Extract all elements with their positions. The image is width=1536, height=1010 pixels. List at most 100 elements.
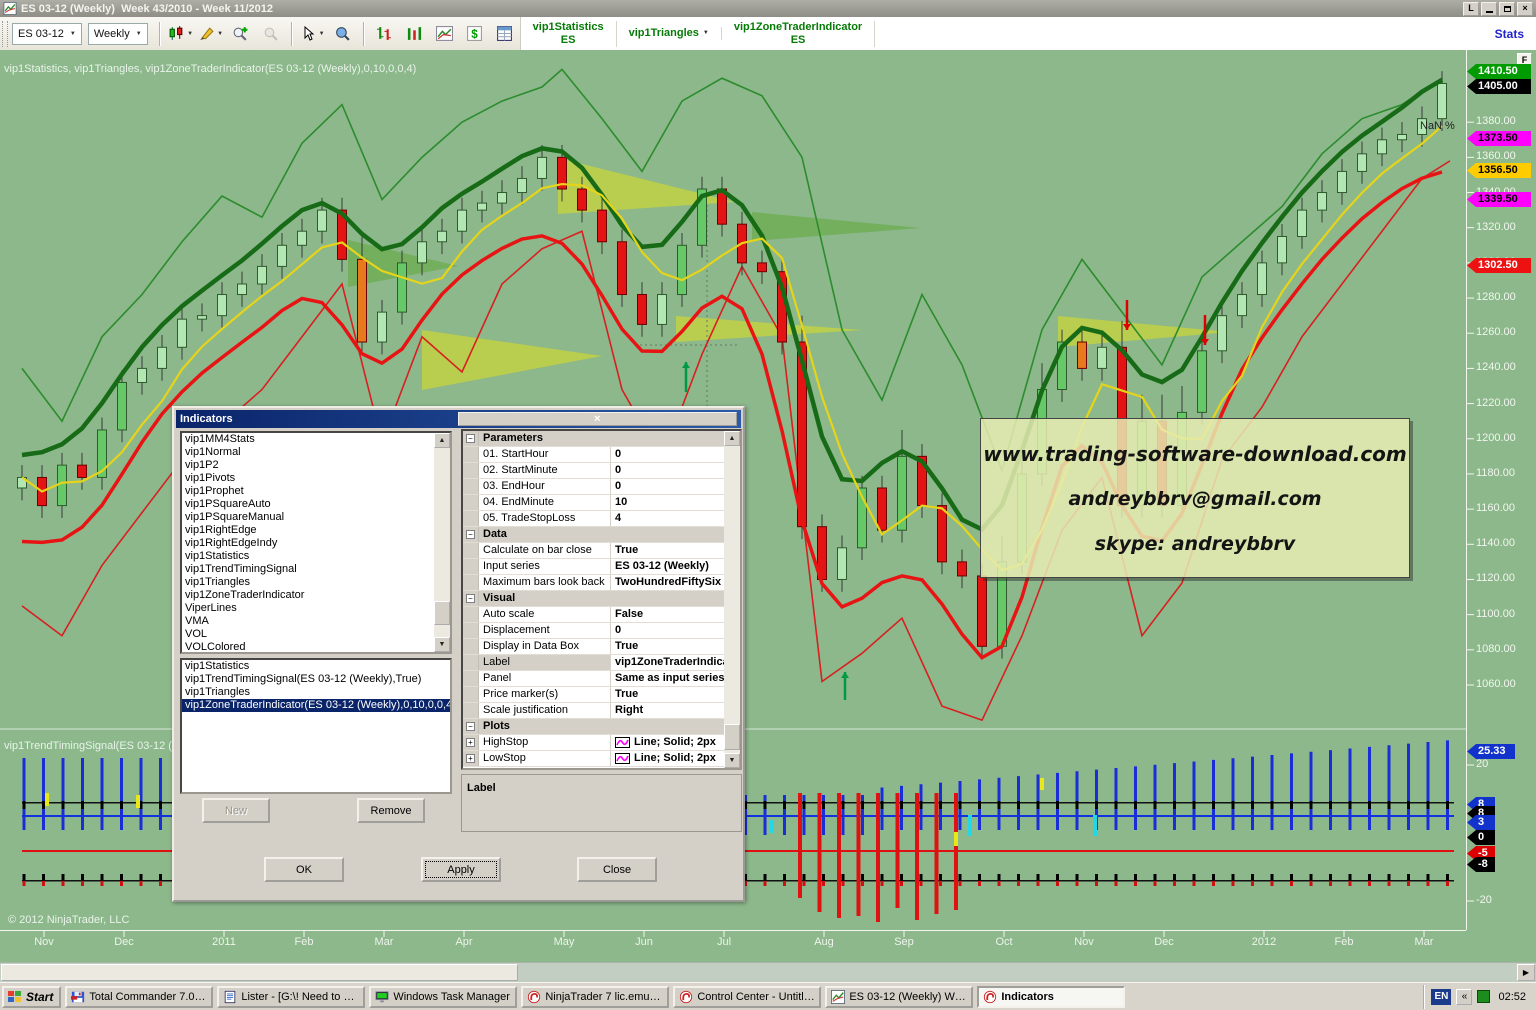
available-indicator-item[interactable]: vip1RightEdgeIndy [182, 537, 450, 550]
property-value[interactable]: True [611, 687, 740, 702]
minimize-button[interactable] [1481, 2, 1497, 16]
drawing-tools-button[interactable]: ▼ [197, 21, 225, 47]
collapse-icon[interactable]: − [466, 722, 475, 731]
expand-icon[interactable]: + [466, 754, 475, 763]
property-row[interactable]: 03. EndHour0 [463, 479, 740, 495]
line-chart-button[interactable] [431, 21, 459, 47]
close-button[interactable]: Close [577, 857, 657, 882]
available-indicator-item[interactable]: vip1PSquareManual [182, 511, 450, 524]
available-indicator-item[interactable]: VMA [182, 615, 450, 628]
available-indicator-item[interactable]: vip1RightEdge [182, 524, 450, 537]
property-value[interactable]: False [611, 607, 740, 622]
property-row[interactable]: Input seriesES 03-12 (Weekly) [463, 559, 740, 575]
property-value[interactable]: 4 [611, 511, 740, 526]
scroll-down-button[interactable]: ▼ [434, 637, 450, 652]
available-indicator-item[interactable]: VOLColored [182, 641, 450, 654]
configured-indicator-item[interactable]: vip1TrendTimingSignal(ES 03-12 (Weekly),… [182, 673, 450, 686]
available-indicator-item[interactable]: vip1Statistics [182, 550, 450, 563]
available-indicator-item[interactable]: vip1MM4Stats [182, 433, 450, 446]
tray-collapse-button[interactable]: « [1456, 989, 1472, 1005]
scroll-right-button[interactable]: ▶ [1517, 964, 1535, 981]
property-row[interactable]: Labelvip1ZoneTraderIndicat [463, 655, 740, 671]
property-section-header[interactable]: −Parameters [463, 431, 740, 447]
remove-button[interactable]: Remove [357, 798, 425, 823]
scroll-up-button[interactable]: ▲ [434, 433, 450, 448]
property-value[interactable]: TwoHundredFiftySix [611, 575, 740, 590]
property-row[interactable]: Scale justificationRight [463, 703, 740, 719]
link-button[interactable]: L [1463, 2, 1479, 16]
configured-indicator-item[interactable]: vip1Statistics [182, 660, 450, 673]
property-section-header[interactable]: −Plots [463, 719, 740, 735]
stats-tab[interactable]: Stats [1483, 17, 1536, 50]
available-indicator-item[interactable]: vip1Prophet [182, 485, 450, 498]
collapse-icon[interactable]: − [466, 434, 475, 443]
property-value[interactable]: Line; Solid; 2px [611, 735, 740, 750]
start-button[interactable]: Start [2, 986, 61, 1008]
currency-button[interactable]: $ [461, 21, 489, 47]
available-indicator-item[interactable]: vip1Normal [182, 446, 450, 459]
properties-scrollbar[interactable]: ▲ ▼ [724, 431, 740, 768]
restore-button[interactable] [1499, 2, 1515, 16]
available-list-scrollbar[interactable]: ▲ ▼ [434, 433, 450, 652]
instrument-selector[interactable]: ES 03-12 ▼ [12, 23, 82, 45]
property-row[interactable]: 02. StartMinute0 [463, 463, 740, 479]
hilo-bars-button[interactable] [371, 21, 399, 47]
property-row[interactable]: +HighStopLine; Solid; 2px [463, 735, 740, 751]
period-selector[interactable]: Weekly ▼ [88, 23, 148, 45]
task-button-ninjatrader[interactable]: NinjaTrader 7 lic.emu v5.06 [521, 986, 669, 1008]
ok-button[interactable]: OK [264, 857, 344, 882]
property-value[interactable]: 0 [611, 623, 740, 638]
available-indicator-item[interactable]: vip1Triangles [182, 576, 450, 589]
close-button[interactable]: × [1517, 2, 1533, 16]
collapse-icon[interactable]: − [466, 594, 475, 603]
available-indicator-item[interactable]: VOL [182, 628, 450, 641]
property-row[interactable]: 01. StartHour0 [463, 447, 740, 463]
property-value[interactable]: vip1ZoneTraderIndicat [611, 655, 740, 670]
scroll-up-button[interactable]: ▲ [724, 431, 740, 446]
property-value[interactable]: Same as input series [611, 671, 740, 686]
property-section-header[interactable]: −Visual [463, 591, 740, 607]
property-row[interactable]: 05. TradeStopLoss4 [463, 511, 740, 527]
collapse-icon[interactable]: − [466, 530, 475, 539]
available-indicator-item[interactable]: vip1Pivots [182, 472, 450, 485]
expand-icon[interactable]: + [466, 738, 475, 747]
zoom-out-button[interactable] [257, 21, 285, 47]
task-button-monitor[interactable]: Windows Task Manager [369, 986, 517, 1008]
scroll-down-button[interactable]: ▼ [724, 753, 740, 768]
property-row[interactable]: Auto scaleFalse [463, 607, 740, 623]
chart-tab-vip1ZoneTraderIndicator[interactable]: vip1ZoneTraderIndicatorES [722, 21, 875, 47]
apply-button[interactable]: Apply [421, 857, 501, 882]
dialog-close-icon[interactable]: × [458, 412, 738, 426]
property-row[interactable]: Calculate on bar closeTrue [463, 543, 740, 559]
property-row[interactable]: Display in Data BoxTrue [463, 639, 740, 655]
property-value[interactable]: True [611, 639, 740, 654]
window-titlebar[interactable]: ES 03-12 (Weekly) Week 43/2010 - Week 11… [0, 0, 1536, 17]
chart-tab-vip1Triangles[interactable]: vip1Triangles▼ [617, 27, 722, 40]
task-button-ninjatrader[interactable]: Indicators [977, 986, 1125, 1008]
property-value[interactable]: 0 [611, 463, 740, 478]
property-value[interactable]: Line; Solid; 2px [611, 751, 740, 766]
property-value[interactable]: Right [611, 703, 740, 718]
property-row[interactable]: 04. EndMinute10 [463, 495, 740, 511]
property-row[interactable]: PanelSame as input series [463, 671, 740, 687]
task-button-chart[interactable]: ES 03-12 (Weekly) Wee... [825, 986, 973, 1008]
task-button-disk[interactable]: Total Commander 7.03 - ... [65, 986, 213, 1008]
network-tray-icon[interactable] [1477, 990, 1490, 1003]
data-box-button[interactable] [329, 21, 357, 47]
task-button-ninjatrader[interactable]: Control Center - Untitled1 [673, 986, 821, 1008]
available-indicator-item[interactable]: vip1TrendTimingSignal [182, 563, 450, 576]
task-button-document[interactable]: Lister - [G:\! Need to upl... [217, 986, 365, 1008]
configured-indicator-item[interactable]: vip1Triangles [182, 686, 450, 699]
property-value[interactable]: 0 [611, 479, 740, 494]
scrollbar-thumb[interactable] [434, 601, 450, 625]
scrollbar-thumb[interactable] [724, 724, 740, 750]
property-row[interactable]: +LowStopLine; Solid; 2px [463, 751, 740, 767]
property-row[interactable]: Price marker(s)True [463, 687, 740, 703]
property-value[interactable]: 0 [611, 447, 740, 462]
cursor-tool-button[interactable]: ▼ [299, 21, 327, 47]
property-value[interactable]: 10 [611, 495, 740, 510]
data-grid-button[interactable] [491, 21, 519, 47]
chart-style-button[interactable]: ▼ [167, 21, 195, 47]
available-indicators-list[interactable]: vip1MM4Statsvip1Normalvip1P2vip1Pivotsvi… [180, 431, 452, 654]
available-indicator-item[interactable]: vip1ZoneTraderIndicator [182, 589, 450, 602]
